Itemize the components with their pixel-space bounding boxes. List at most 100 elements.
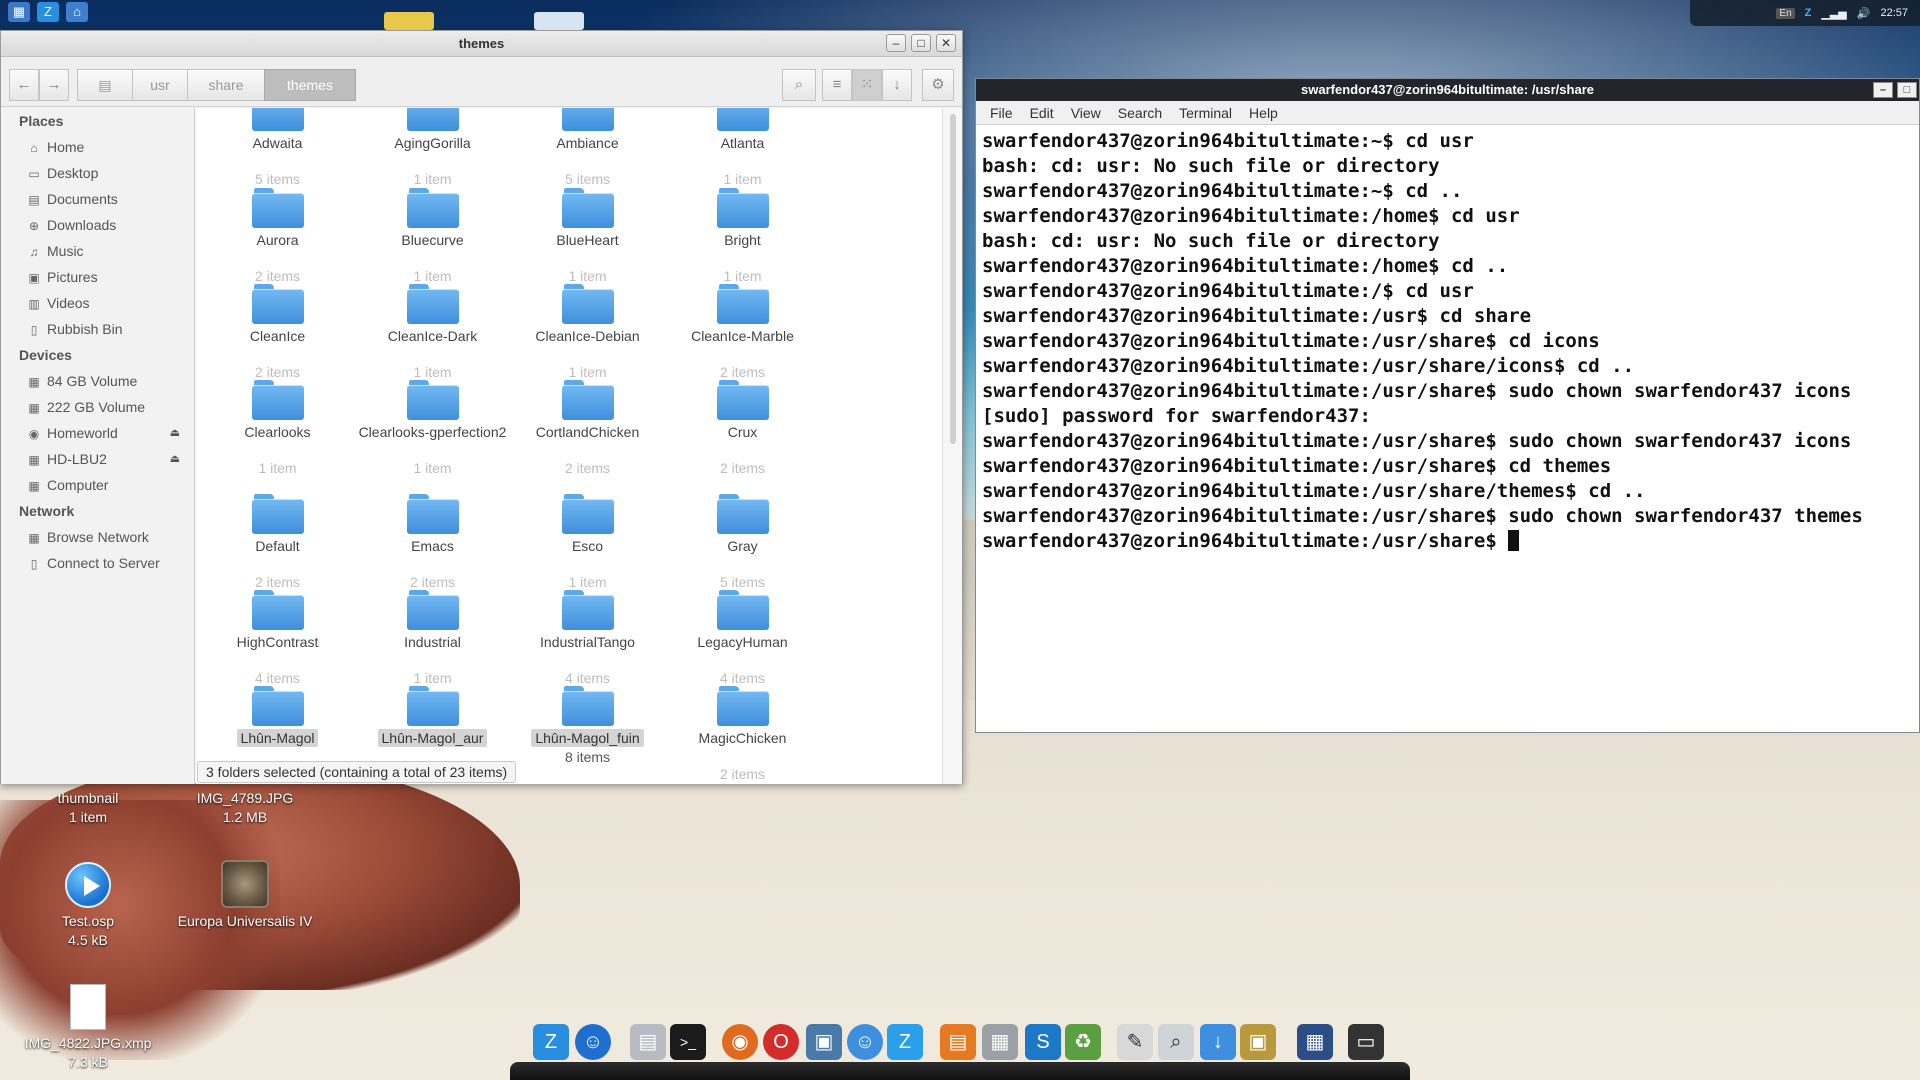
- folder-item[interactable]: Industrial 1 item: [355, 590, 510, 687]
- opera-icon[interactable]: O: [763, 1024, 799, 1060]
- sort-down-icon[interactable]: ↓: [882, 69, 912, 101]
- folder-item[interactable]: Crux 2 items: [665, 380, 820, 477]
- folder-item[interactable]: Bluecurve 1 item: [355, 188, 510, 285]
- sidebar-item-84gb-volume[interactable]: ▦ 84 GB Volume: [1, 368, 194, 394]
- folder-item[interactable]: Aurora 2 items: [200, 188, 355, 285]
- folder-item[interactable]: Ambiance 5 items: [510, 108, 665, 188]
- sidebar-item-home[interactable]: ⌂ Home: [1, 134, 194, 160]
- desktop-icon-img-4789[interactable]: IMG_4789.JPG 1.2 MB: [170, 789, 320, 827]
- breadcrumb-drive[interactable]: ▤: [77, 69, 133, 101]
- folder-item[interactable]: AgingGorilla 1 item: [355, 108, 510, 188]
- sidebar-item-homeworld[interactable]: ◉ Homeworld ⏏: [1, 420, 194, 446]
- screenshot-icon[interactable]: ▣: [806, 1024, 842, 1060]
- breadcrumb-themes[interactable]: themes: [264, 69, 356, 101]
- desktop-icon-europa-universalis[interactable]: Europa Universalis IV: [170, 860, 320, 931]
- speaker-icon[interactable]: 🔊: [1857, 7, 1871, 20]
- desktop-icon-img-4822-xmp[interactable]: IMG_4822.JPG.xmp 7.3 kB: [13, 984, 163, 1072]
- sidebar-item-222gb-volume[interactable]: ▦ 222 GB Volume: [1, 394, 194, 420]
- folder-item[interactable]: Lhûn-Magol_fuin 8 items: [510, 686, 665, 766]
- folder-item[interactable]: Default 2 items: [200, 494, 355, 591]
- folder-item[interactable]: Emacs 2 items: [355, 494, 510, 591]
- clock[interactable]: 22:57: [1880, 7, 1908, 19]
- folder-item[interactable]: Atlanta 1 item: [665, 108, 820, 188]
- sidebar-item-connect-to-server[interactable]: ▯ Connect to Server: [1, 550, 194, 576]
- breadcrumb-usr[interactable]: usr: [132, 69, 188, 101]
- folder-item[interactable]: Clearlooks 1 item: [200, 380, 355, 477]
- scrollbar[interactable]: [942, 108, 962, 784]
- sidebar-item-rubbish-bin[interactable]: ▯ Rubbish Bin: [1, 316, 194, 342]
- sidebar-item-documents[interactable]: ▤ Documents: [1, 186, 194, 212]
- grid-view-icon[interactable]: ⁙: [852, 69, 882, 101]
- sidebar-item-hd-lbu2[interactable]: ▦ HD-LBU2 ⏏: [1, 446, 194, 472]
- folder-item[interactable]: Bright 1 item: [665, 188, 820, 285]
- sidebar-item-browse-network[interactable]: ▦ Browse Network: [1, 524, 194, 550]
- sidebar-item-computer[interactable]: ▦ Computer: [1, 472, 194, 498]
- keyboard-layout-indicator[interactable]: En: [1776, 7, 1795, 19]
- menu-file[interactable]: File: [990, 101, 1013, 124]
- list-view-icon[interactable]: ≡: [822, 69, 852, 101]
- menu-search[interactable]: Search: [1118, 101, 1162, 124]
- folder-item[interactable]: LegacyHuman 4 items: [665, 590, 820, 687]
- eject-icon[interactable]: ⏏: [170, 446, 180, 472]
- folder-item[interactable]: CleanIce-Dark 1 item: [355, 284, 510, 381]
- accessibility-icon[interactable]: ☺: [575, 1024, 611, 1060]
- minimize-button[interactable]: –: [886, 34, 906, 52]
- folder-item[interactable]: Lhûn-Magol_aur: [355, 686, 510, 748]
- sidebar-item-desktop[interactable]: ▭ Desktop: [1, 160, 194, 186]
- desktop-icon-test-osp[interactable]: Test.osp 4.5 kB: [13, 862, 163, 950]
- folder-item[interactable]: Adwaita 5 items: [200, 108, 355, 188]
- desktop-switcher-icon[interactable]: ▦: [1297, 1024, 1333, 1060]
- zorin-menu-icon[interactable]: Z: [533, 1024, 569, 1060]
- sidebar-item-downloads[interactable]: ⊕ Downloads: [1, 212, 194, 238]
- folder-item[interactable]: Lhûn-Magol: [200, 686, 355, 748]
- show-desktop-icon[interactable]: ▭: [1348, 1024, 1384, 1060]
- file-cabinet-icon[interactable]: ▤: [630, 1024, 666, 1060]
- minimize-button[interactable]: –: [1873, 82, 1893, 98]
- folder-item[interactable]: Clearlooks-gperfection2 1 item: [355, 380, 510, 477]
- menu-view[interactable]: View: [1071, 101, 1101, 124]
- zorin-theme-icon[interactable]: Z: [887, 1024, 923, 1060]
- folder-item[interactable]: CleanIce 2 items: [200, 284, 355, 381]
- recycle-icon[interactable]: ♻: [1065, 1024, 1101, 1060]
- image-icon[interactable]: [534, 12, 584, 30]
- zorin-tray-icon[interactable]: Z: [1805, 7, 1812, 19]
- files-launcher-icon[interactable]: ▦: [8, 2, 30, 22]
- search-icon[interactable]: ⌕: [782, 69, 816, 101]
- sync-icon[interactable]: S: [1025, 1024, 1061, 1060]
- close-button[interactable]: ✕: [936, 34, 956, 52]
- search-tool-icon[interactable]: ⌕: [1158, 1024, 1194, 1060]
- calculator-icon[interactable]: ▦: [982, 1024, 1018, 1060]
- zorin-menu-icon[interactable]: Z: [37, 2, 59, 22]
- folder-item[interactable]: IndustrialTango 4 items: [510, 590, 665, 687]
- photo-icon[interactable]: ▣: [1240, 1024, 1276, 1060]
- folder-item[interactable]: CortlandChicken 2 items: [510, 380, 665, 477]
- menu-edit[interactable]: Edit: [1030, 101, 1054, 124]
- menu-help[interactable]: Help: [1249, 101, 1278, 124]
- breadcrumb-share[interactable]: share: [187, 69, 265, 101]
- messenger-icon[interactable]: ☺: [847, 1024, 883, 1060]
- sidebar-item-videos[interactable]: ▥ Videos: [1, 290, 194, 316]
- network-signal-icon[interactable]: ▁▃▅: [1821, 7, 1846, 20]
- folder-item[interactable]: BlueHeart 1 item: [510, 188, 665, 285]
- folder-icon[interactable]: [384, 12, 434, 30]
- terminal-icon[interactable]: >_: [670, 1024, 706, 1060]
- office-icon[interactable]: ▤: [940, 1024, 976, 1060]
- scrollbar-thumb[interactable]: [950, 114, 956, 444]
- folder-item[interactable]: Gray 5 items: [665, 494, 820, 591]
- gear-icon[interactable]: ⚙: [922, 69, 954, 101]
- file-manager-titlebar[interactable]: themes – □ ✕: [1, 31, 962, 57]
- text-editor-icon[interactable]: ✎: [1117, 1024, 1153, 1060]
- menu-terminal[interactable]: Terminal: [1179, 101, 1232, 124]
- maximize-button[interactable]: □: [1897, 82, 1917, 98]
- forward-button[interactable]: →: [39, 69, 69, 101]
- folder-item[interactable]: MagicChicken 2 items: [665, 686, 820, 783]
- back-button[interactable]: ←: [9, 69, 39, 101]
- folder-item[interactable]: CleanIce-Debian 1 item: [510, 284, 665, 381]
- folder-item[interactable]: HighContrast 4 items: [200, 590, 355, 687]
- terminal-titlebar[interactable]: swarfendor437@zorin964bitultimate: /usr/…: [976, 79, 1919, 101]
- terminal-output[interactable]: swarfendor437@zorin964bitultimate:~$ cd …: [976, 125, 1919, 558]
- maximize-button[interactable]: □: [911, 34, 931, 52]
- firefox-icon[interactable]: ◉: [722, 1024, 758, 1060]
- eject-icon[interactable]: ⏏: [170, 420, 180, 446]
- sidebar-item-pictures[interactable]: ▣ Pictures: [1, 264, 194, 290]
